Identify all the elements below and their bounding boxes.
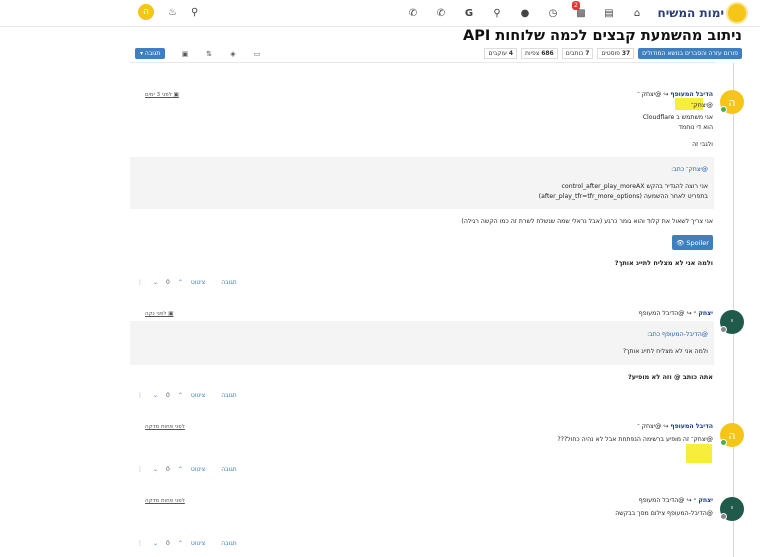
- home-icon[interactable]: ⌂: [626, 5, 648, 21]
- more-icon[interactable]: ⋮: [137, 540, 143, 547]
- offline-indicator: [720, 326, 727, 333]
- post-quote: [130, 321, 714, 365]
- post-author[interactable]: יצחק ־: [694, 310, 713, 317]
- user-controls: ה ♨ ⚲: [138, 4, 198, 20]
- bell-icon[interactable]: ♨: [168, 7, 177, 18]
- monitor-icon[interactable]: ▭: [252, 50, 262, 58]
- downvote-icon[interactable]: ⌄: [153, 540, 158, 547]
- post-line: ולמה אני לא מצליח לתייג אותך?: [614, 259, 713, 267]
- post-line: אתה כותב @ וזה לא מופיע?: [628, 373, 713, 381]
- post-header: הדיבל המעופף ↪ @יצחק ־: [637, 91, 713, 98]
- nav-icons: ⌂ ▤ ▩ 2 ◷ ● ⚲ G ✆ ✆: [396, 1, 648, 21]
- search-icon[interactable]: ⚲: [486, 5, 508, 21]
- post-line: אני משתמש ב Cloudflare: [642, 114, 713, 121]
- post-header: יצחק ־ ↪ @הדיבל המעופף: [638, 497, 713, 504]
- post-line: @יצחק־: [691, 102, 713, 109]
- post-time[interactable]: לפני 3 ימים ▣: [145, 92, 179, 98]
- downvote-icon[interactable]: ⌄: [153, 466, 158, 473]
- post-line: @הדיבל-המעופף צילום מסך בבקשה: [615, 510, 713, 517]
- post-line: @יצחק־ זה מופיע ברשימה הנפתחת אבל לא נהי…: [557, 436, 713, 443]
- divider: [130, 62, 715, 63]
- reply-button[interactable]: תגובה: [221, 466, 236, 473]
- post-line: אני צריך לשאול את קלוד והוא גומר כרגע (א…: [461, 218, 713, 225]
- topic-meta: פורום עזרה והסברים בנושא המודולים 37 פוס…: [484, 48, 742, 59]
- post-time[interactable]: לפני פחות מדקה: [145, 498, 185, 504]
- quote-line: ולמה אני לא מצליח לתייג אותך?: [622, 348, 708, 355]
- post-header: יצחק ־ ↪ @הדיבל המעופף: [638, 310, 713, 317]
- google-icon[interactable]: G: [458, 5, 480, 21]
- top-navbar: ימות המשיח ⌂ ▤ ▩ 2 ◷ ● ⚲ G ✆ ✆ ה ♨ ⚲: [0, 0, 760, 27]
- quote-line: אני רוצה להגדיר בהקש control_after_play_…: [561, 183, 708, 190]
- category-badge[interactable]: פורום עזרה והסברים בנושא המודולים: [638, 48, 742, 59]
- user-icon[interactable]: ●: [514, 5, 536, 21]
- site-logo[interactable]: ימות המשיח: [657, 2, 746, 24]
- upvote-icon[interactable]: ⌃: [178, 392, 183, 399]
- post-line: הוא די נוחמד: [678, 124, 713, 131]
- quote-button[interactable]: ציטוט: [191, 540, 205, 547]
- user-avatar[interactable]: ה: [138, 4, 154, 20]
- thread-tools-icon[interactable]: ▣: [180, 50, 190, 58]
- online-indicator: [720, 106, 727, 113]
- quote-button[interactable]: ציטוט: [191, 279, 205, 286]
- vote-count: 0: [166, 466, 170, 473]
- topic-tools: ▣ ⇅ ◈ ▭: [180, 50, 262, 58]
- post-time[interactable]: לפני נקה ▣: [145, 311, 173, 317]
- upvote-icon[interactable]: ⌃: [178, 279, 183, 286]
- reply-button[interactable]: תגובה: [221, 392, 236, 399]
- quote-button[interactable]: ציטוט: [191, 392, 205, 399]
- post-author[interactable]: הדיבל המעופף: [670, 91, 713, 98]
- stat-views: 686 צפיות: [521, 48, 558, 59]
- stat-followers: 4 עוקבים: [484, 48, 518, 59]
- phone-icon-2[interactable]: ✆: [402, 5, 424, 21]
- topic-title: ניתוב מהשמעת קבצים לכמה שלוחות API: [463, 28, 742, 44]
- downvote-icon[interactable]: ⌄: [153, 279, 158, 286]
- post-header: הדיבל המעופף ↪ @יצחק ־: [637, 423, 713, 430]
- post-actions: ⋮ ⌄ 0 ⌃ ציטוט תגובה: [137, 279, 237, 286]
- watch-icon[interactable]: ◈: [228, 50, 238, 58]
- search-icon[interactable]: ⚲: [191, 7, 198, 18]
- quote-button[interactable]: ציטוט: [191, 466, 205, 473]
- post-actions: ⋮ ⌄ 0 ⌃ ציטוט תגובה: [137, 466, 237, 473]
- more-icon[interactable]: ⋮: [137, 392, 143, 399]
- comments-icon[interactable]: ▩ 2: [570, 1, 592, 21]
- more-icon[interactable]: ⋮: [137, 466, 143, 473]
- sort-icon[interactable]: ⇅: [204, 50, 214, 58]
- post-author[interactable]: יצחק ־: [694, 497, 713, 504]
- sun-logo-icon: [728, 4, 746, 22]
- vote-count: 0: [166, 392, 170, 399]
- stat-posts: 37 פוסטים: [597, 48, 635, 59]
- upvote-icon[interactable]: ⌃: [178, 466, 183, 473]
- spoiler-button[interactable]: 👁 Spoiler: [672, 235, 713, 250]
- reply-button[interactable]: תגובה: [221, 279, 236, 286]
- vote-count: 0: [166, 279, 170, 286]
- phone-icon[interactable]: ✆: [430, 5, 452, 21]
- post-author[interactable]: הדיבל המעופף: [670, 423, 713, 430]
- post-actions: ⋮ ⌄ 0 ⌃ ציטוט תגובה: [137, 392, 237, 399]
- quote-author: @יצחק־ כתב:: [671, 166, 708, 173]
- vote-count: 0: [166, 540, 170, 547]
- history-icon[interactable]: ◷: [542, 5, 564, 21]
- offline-indicator: [720, 513, 727, 520]
- quote-line: בתפריט לאחר ההשמעה (after_play_tfr=tfr_m…: [538, 193, 708, 200]
- highlight-mark: [686, 444, 712, 463]
- topic-reply-button[interactable]: ▾ תגובה: [135, 48, 166, 59]
- online-indicator: [720, 439, 727, 446]
- logo-text: ימות המשיח: [657, 6, 724, 20]
- notification-count: 2: [572, 1, 580, 10]
- stat-writers: 7 כותבים: [561, 48, 594, 59]
- upvote-icon[interactable]: ⌃: [178, 540, 183, 547]
- more-icon[interactable]: ⋮: [137, 279, 143, 286]
- post-actions: ⋮ ⌄ 0 ⌃ ציטוט תגובה: [137, 540, 237, 547]
- quote-author: @הדיבל-המעופף כתב:: [647, 331, 708, 338]
- downvote-icon[interactable]: ⌄: [153, 392, 158, 399]
- post-time[interactable]: לפני פחות מדקה: [145, 424, 185, 430]
- menu-icon[interactable]: ▤: [598, 5, 620, 21]
- post-line: ולגבי זה: [692, 141, 713, 148]
- reply-button[interactable]: תגובה: [221, 540, 236, 547]
